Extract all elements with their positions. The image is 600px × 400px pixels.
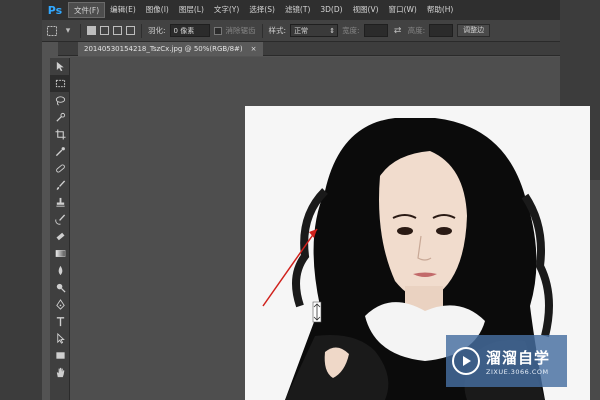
play-logo-icon [452,347,480,375]
separator [141,23,142,38]
menu-item[interactable]: 帮助(H) [422,2,459,18]
crop-tool-icon[interactable] [50,126,70,143]
marquee-preset-icon[interactable] [46,25,58,37]
new-selection-icon[interactable] [87,26,96,35]
pen-tool-icon[interactable] [50,296,70,313]
menu-bar: Ps 文件(F) 编辑(E) 图像(I) 图层(L) 文字(Y) 选择(S) 滤镜(T) 3D… [42,0,560,20]
clone-stamp-tool-icon[interactable] [50,194,70,211]
watermark-url: ZIXUE.3066.COM [486,367,549,376]
document-tab[interactable]: 20140530154218_TszCx.jpg @ 50%(RGB/8#) × [78,42,263,56]
healing-brush-tool-icon[interactable] [50,160,70,177]
style-select[interactable]: 正常 ⇕ [290,24,339,37]
document-tab-bar: 20140530154218_TszCx.jpg @ 50%(RGB/8#) × [58,42,560,56]
gradient-tool-icon[interactable] [50,245,70,262]
menu-items: 文件(F) 编辑(E) 图像(I) 图层(L) 文字(Y) 选择(S) 滤镜(T) 3D(D)… [68,2,458,18]
menu-item[interactable]: 文件(F) [68,2,106,18]
eraser-tool-icon[interactable] [50,228,70,245]
height-label: 高度: [407,26,426,35]
feather-input[interactable] [169,24,210,37]
add-selection-icon[interactable] [100,26,109,35]
style-value: 正常 [294,26,309,35]
height-input[interactable] [429,24,454,37]
menu-item[interactable]: 滤镜(T) [280,2,315,18]
quick-select-tool-icon[interactable] [50,109,70,126]
menu-item[interactable]: 编辑(E) [105,2,141,18]
type-tool-icon[interactable] [50,313,70,330]
menu-item[interactable]: 图像(I) [141,2,174,18]
menu-item[interactable]: 文字(Y) [209,2,244,18]
lasso-tool-icon[interactable] [50,92,70,109]
intersect-selection-icon[interactable] [126,26,135,35]
background-left [0,0,42,400]
close-icon[interactable]: × [251,42,257,56]
history-brush-tool-icon[interactable] [50,211,70,228]
width-input[interactable] [363,24,388,37]
antialias-checkbox[interactable] [213,26,222,35]
swap-icon[interactable]: ⇄ [392,25,404,37]
rectangle-tool-icon[interactable] [50,347,70,364]
options-bar: ▾ 羽化: 消除锯齿 样式: 正常 ⇕ 宽度: ⇄ 高度: 调整边 [42,20,560,42]
menu-item[interactable]: 视图(V) [348,2,384,18]
separator [261,23,263,38]
menu-item[interactable]: 选择(S) [244,2,280,18]
chevron-down-icon: ⇕ [329,26,336,35]
dodge-tool-icon[interactable] [50,279,70,296]
chevron-down-icon[interactable]: ▾ [62,25,74,37]
menu-item[interactable]: 窗口(W) [384,2,422,18]
marquee-tool-icon[interactable] [50,75,70,92]
width-label: 宽度: [342,26,360,35]
watermark-text: 溜溜自学 ZIXUE.3066.COM [486,347,550,376]
style-label: 样式: [268,26,287,35]
subtract-selection-icon[interactable] [113,26,122,35]
eyedropper-tool-icon[interactable] [50,143,70,160]
ps-logo: Ps [47,3,63,17]
antialias-label: 消除锯齿 [225,26,256,35]
document-tab-title: 20140530154218_TszCx.jpg @ 50%(RGB/8#) [84,45,243,53]
tools-panel [50,58,70,400]
menu-item[interactable]: 3D(D) [315,2,347,18]
hand-tool-icon[interactable] [50,364,70,381]
watermark: 溜溜自学 ZIXUE.3066.COM [446,335,567,387]
separator [80,23,81,38]
menu-item[interactable]: 图层(L) [174,2,209,18]
move-tool-icon[interactable] [50,58,70,75]
watermark-title: 溜溜自学 [486,348,551,367]
adjust-edge-button[interactable]: 调整边 [457,24,491,37]
feather-label: 羽化: [148,26,166,35]
blur-tool-icon[interactable] [50,262,70,279]
brush-tool-icon[interactable] [50,177,70,194]
path-select-tool-icon[interactable] [50,330,70,347]
